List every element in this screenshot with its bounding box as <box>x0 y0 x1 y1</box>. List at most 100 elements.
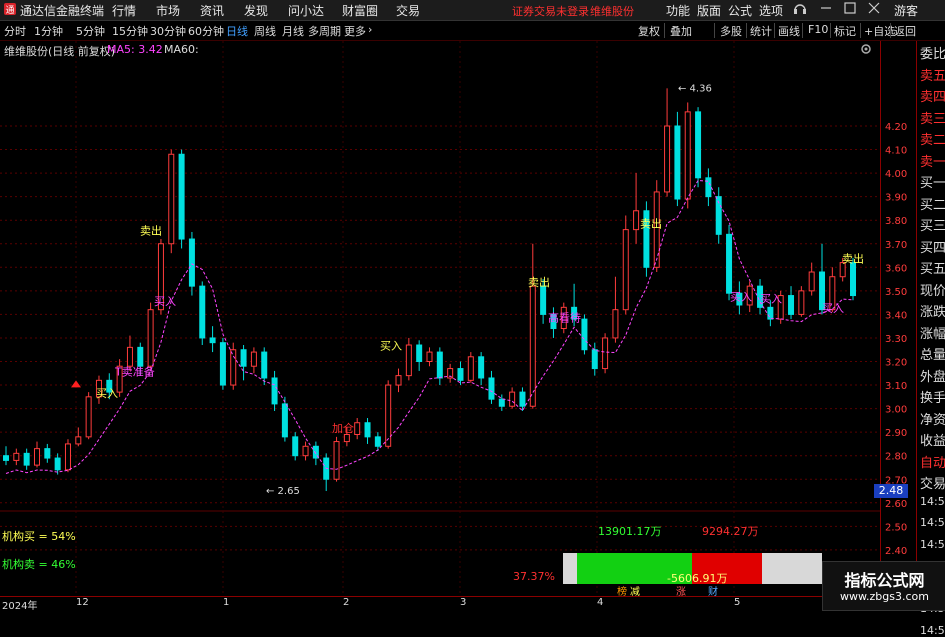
red-amount: 9294.27万 <box>702 525 759 538</box>
period-tab[interactable]: 分时 <box>4 23 26 39</box>
candle-body <box>436 351 443 379</box>
date-tick: 2024年 <box>2 601 38 612</box>
candle-body <box>509 391 516 407</box>
price-tick-label: 3.80 <box>885 216 907 227</box>
tool-draw[interactable]: 画线 <box>778 23 800 39</box>
current-price-tag: 2.48 <box>874 484 908 498</box>
candle-body <box>147 309 154 367</box>
candlestick-chart[interactable]: ← 4.36← 2.65买入T卖准备卖出买入加仓买入卖出高看待卖出买入 买入卖出买… <box>0 41 880 596</box>
menu-market[interactable]: 市场 <box>156 2 180 19</box>
quote-panel-item: 净资 <box>920 412 945 428</box>
menu-ask[interactable]: 问小达 <box>288 2 324 19</box>
price-tick-label: 2.40 <box>885 546 907 557</box>
price-tick-label: 3.20 <box>885 358 907 369</box>
candle-body <box>405 344 412 377</box>
headset-icon[interactable] <box>793 1 807 18</box>
candle-body <box>602 337 609 370</box>
candle-body <box>261 351 268 379</box>
app-title: 通达信金融终端 <box>20 4 105 18</box>
date-tick: 3 <box>460 597 467 608</box>
menu-formula[interactable]: 公式 <box>728 2 752 19</box>
candle-body <box>581 318 588 351</box>
price-tick-label: 2.60 <box>885 499 907 510</box>
candle-body <box>426 351 433 362</box>
candle-body <box>622 229 629 311</box>
candle-body <box>664 125 671 193</box>
period-tab[interactable]: 5分钟 <box>76 23 105 39</box>
quote-side-panel: 委比 卖五 卖四 卖三 卖二 卖一 买一 买二 买三 买四 买五 现价 涨跌 涨幅 总量 外盘 换手 净资 收益 自动… <box>916 41 945 637</box>
tool-mark[interactable]: 标记 <box>834 23 856 39</box>
tool-rights-adjust[interactable]: 复权 <box>638 23 660 39</box>
period-tab[interactable]: 1分钟 <box>34 23 63 39</box>
candle-body <box>467 356 474 381</box>
menu-quotes[interactable]: 行情 <box>112 2 136 19</box>
close-icon[interactable] <box>868 2 880 17</box>
period-tab[interactable]: 30分钟 <box>150 23 186 39</box>
date-tick: 12 <box>76 597 89 608</box>
quote-panel-item: 涨跌 <box>920 305 945 320</box>
period-tab[interactable]: 15分钟 <box>112 23 148 39</box>
candle-body <box>695 111 702 179</box>
minimize-icon[interactable] <box>820 2 832 17</box>
up-arrow-icon <box>71 380 81 388</box>
menu-options[interactable]: 选项 <box>759 2 783 19</box>
watermark: 指标公式网 www.zbgs3.com <box>822 561 945 611</box>
window-icon[interactable] <box>844 2 856 17</box>
signal-label: 买入 <box>154 295 176 308</box>
candle-body <box>529 285 536 407</box>
candle-body <box>705 177 712 198</box>
candle-body <box>850 262 856 297</box>
quote-panel-item: 买三 <box>920 219 945 234</box>
candle-body <box>457 368 464 381</box>
menu-wealth[interactable]: 财富圈 <box>342 2 378 19</box>
signal-label: 卖出 <box>842 252 864 266</box>
price-tick-label: 3.60 <box>885 263 907 274</box>
price-tick-label: 2.50 <box>885 522 907 533</box>
candle-body <box>498 398 505 407</box>
tool-f10[interactable]: F10 <box>808 23 828 36</box>
ma5-line <box>5 179 854 474</box>
tool-overlay[interactable]: 叠加 <box>670 23 692 39</box>
menu-layout[interactable]: 版面 <box>697 2 721 19</box>
candle-body <box>33 448 40 466</box>
period-tab[interactable]: 多周期 <box>308 23 341 39</box>
candle-body <box>591 349 598 370</box>
tool-multi-stock[interactable]: 多股 <box>720 23 742 39</box>
quote-panel-item: 涨幅 <box>920 326 945 342</box>
candle-body <box>54 457 61 471</box>
quote-panel-item: 卖一 <box>920 154 945 170</box>
date-axis: 2024年 12 1 2 3 4 5 <box>0 596 916 612</box>
tool-back[interactable]: 返回 <box>894 23 916 39</box>
chevron-right-icon[interactable]: › <box>368 23 372 36</box>
candle-body <box>281 403 288 438</box>
quote-panel-item: 买一 <box>920 176 945 191</box>
guest-label[interactable]: 游客 <box>894 2 918 19</box>
candle-body <box>684 111 691 200</box>
signal-label: 买入 <box>380 340 402 353</box>
quote-panel-item: 卖四 <box>920 90 945 105</box>
candle-body <box>808 271 815 292</box>
period-tab[interactable]: 周线 <box>254 23 276 39</box>
period-more[interactable]: 更多 <box>344 23 366 39</box>
quote-panel-item: 卖五 <box>920 68 945 84</box>
price-tick-label: 3.90 <box>885 193 907 204</box>
candle-body <box>519 391 526 407</box>
menu-function[interactable]: 功能 <box>666 2 690 19</box>
menu-discover[interactable]: 发现 <box>244 2 268 19</box>
date-tick: 2 <box>343 597 350 608</box>
candle-body <box>209 337 216 344</box>
menu-news[interactable]: 资讯 <box>200 2 224 19</box>
menu-bar: 通 通达信金融终端 行情 市场 资讯 发现 问小达 财富圈 交易 证券交易未登录… <box>0 0 945 21</box>
menu-trade[interactable]: 交易 <box>396 2 420 19</box>
candle-body <box>23 452 30 466</box>
price-tick-label: 2.80 <box>885 452 907 463</box>
tool-stats[interactable]: 统计 <box>750 23 772 39</box>
signal-label: 卖出 <box>140 223 162 237</box>
period-tab-active[interactable]: 日线 <box>226 23 248 39</box>
login-status[interactable]: 证券交易未登录 <box>512 3 589 19</box>
period-tab[interactable]: 月线 <box>282 23 304 39</box>
stock-name: 维维股份 <box>590 5 634 18</box>
period-tab[interactable]: 60分钟 <box>188 23 224 39</box>
price-tick-label: 3.30 <box>885 334 907 345</box>
candle-body <box>395 375 402 386</box>
